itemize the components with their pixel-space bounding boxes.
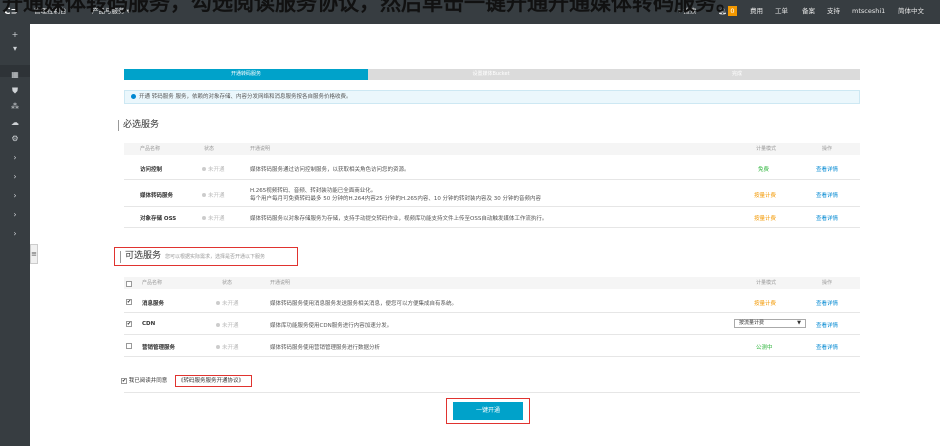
service-agreement-link[interactable]: 《转码服务服务开通协议》 (178, 377, 244, 385)
view-details-link[interactable]: 查看详情 (816, 321, 838, 329)
col-billing-mode: 计量模式 (756, 280, 777, 286)
view-details-link[interactable]: 查看详情 (816, 214, 838, 222)
service-name: CDN (142, 321, 156, 327)
chevron-right-icon[interactable]: › (10, 191, 20, 201)
network-icon[interactable]: ⁂ (10, 102, 20, 112)
left-sidebar: + ▾ ▦ ⛊ ⁂ ☁ ⚙ › › › › › (0, 24, 30, 446)
service-name: 消息服务 (142, 301, 165, 307)
language-switch[interactable]: 简体中文 (898, 0, 924, 22)
billing-mode-select-value: 按流量计费 (739, 320, 765, 326)
required-table-header: 产品名称 状态 开通说明 计量模式 操作 (124, 143, 860, 155)
sidebar-toggle-handle[interactable]: ≡ (30, 244, 38, 264)
table-row: 营销管理服务 未开通 媒体转码服务使用营销管理服务进行数据分析 公测中 查看详情 (124, 336, 860, 357)
agree-text: 我已阅读并同意 (128, 378, 168, 384)
settings-icon[interactable]: ⚙ (10, 134, 20, 144)
fee-link[interactable]: 费用 (750, 0, 763, 22)
info-text: 开通 转码服务 服务，依赖的对象存储、内容分发网络和消息服务按各自服务价格收费。 (139, 94, 352, 100)
select-all-checkbox[interactable] (126, 281, 132, 287)
billing-mode: 按量计费 (754, 193, 777, 199)
billing-mode: 按量计费 (754, 216, 777, 222)
service-description: 媒体转码服务使用消息服务发送服务相关消息，便您可以方便集成自有系统。 (270, 301, 458, 307)
table-row: 访问控制 未开通 媒体转码服务通过访问控制服务，以获取相关角色访问您的资源。 免… (124, 158, 860, 180)
table-row: 媒体转码服务 未开通 H.265视频转码、音频、转封装功能已全面商业化。 每个用… (124, 181, 860, 207)
progress-steps: 开通转码服务 设置媒体Bucket 完成 (124, 69, 860, 80)
col-billing-mode: 计量模式 (756, 146, 777, 152)
instruction-overlay-text: 开通媒体转码服务，勾选阅读服务协议，然后单击一键开通开通媒体转码服务。 (2, 0, 737, 15)
service-status: 未开通 (202, 165, 225, 173)
service-name: 媒体转码服务 (140, 193, 174, 199)
service-checkbox[interactable]: ✔ (126, 299, 132, 305)
billing-mode: 按量计费 (754, 301, 777, 307)
support-link[interactable]: 支持 (827, 0, 840, 22)
service-description: 媒体转码服务使用营销管理服务进行数据分析 (270, 345, 381, 351)
col-actions: 操作 (822, 146, 833, 152)
info-icon (131, 93, 136, 99)
view-details-link[interactable]: 查看详情 (816, 165, 838, 173)
collapse-icon[interactable]: ▾ (10, 44, 20, 54)
billing-mode-select[interactable]: 按流量计费 ▼ (734, 319, 806, 328)
service-status: 未开通 (202, 191, 225, 199)
col-description: 开通说明 (270, 280, 291, 286)
service-checkbox[interactable] (126, 343, 132, 349)
billing-mode: 免费 (758, 167, 770, 173)
chevron-right-icon[interactable]: › (10, 172, 20, 182)
chevron-right-icon[interactable]: › (10, 153, 20, 163)
user-account-link[interactable]: mtsceshi1 (852, 0, 885, 22)
service-description: 每个用户每月可免费转码最多 50 分钟的H.264内容25 分钟的H.265内容… (250, 196, 542, 202)
view-details-link[interactable]: 查看详情 (816, 343, 838, 351)
optional-subtitle: 您可以根据实际需求，选择是否开通以下服务 (165, 254, 266, 260)
table-row: ✔ CDN 未开通 媒体库功能服务使用CDN服务进行内容加速分发。 按流量计费 ▼… (124, 314, 860, 335)
service-status: 未开通 (216, 299, 239, 307)
view-details-link[interactable]: 查看详情 (816, 299, 838, 307)
required-services-title: 必选服务 (118, 120, 159, 131)
table-row: 对象存储 OSS 未开通 媒体转码服务以对象存储服务为存储，支持手动提交转码作业… (124, 208, 860, 228)
service-checkbox[interactable]: ✔ (126, 321, 132, 327)
service-description: 媒体转码服务通过访问控制服务，以获取相关角色访问您的资源。 (250, 167, 410, 173)
col-actions: 操作 (822, 280, 833, 286)
optional-services-title: 可选服务 您可以根据实际需求，选择是否开通以下服务 (120, 251, 265, 263)
service-status: 未开通 (202, 214, 225, 222)
service-description: 媒体转码服务以对象存储服务为存储，支持手动提交转码作业，视频库功能支持文件上传至… (250, 216, 548, 222)
col-product-name: 产品名称 (140, 146, 161, 152)
ticket-link[interactable]: 工单 (775, 0, 788, 22)
col-product-name: 产品名称 (142, 280, 163, 286)
chevron-down-icon: ▼ (797, 320, 801, 326)
service-name: 对象存储 OSS (140, 216, 177, 222)
agreement-line: ✔ 我已阅读并同意 (121, 377, 167, 385)
chevron-right-icon[interactable]: › (10, 229, 20, 239)
billing-mode: 公测中 (756, 345, 773, 351)
info-banner: 开通 转码服务 服务，依赖的对象存储、内容分发网络和消息服务按各自服务价格收费。 (124, 90, 860, 104)
cloud-icon[interactable]: ☁ (10, 118, 20, 128)
col-status: 状态 (204, 146, 215, 152)
service-status: 未开通 (216, 321, 239, 329)
plus-icon[interactable]: + (10, 30, 20, 40)
service-name: 营销管理服务 (142, 345, 176, 351)
chevron-right-icon[interactable]: › (10, 210, 20, 220)
overview-icon[interactable]: ▦ (10, 70, 20, 80)
service-status: 未开通 (216, 343, 239, 351)
optional-title-text: 可选服务 (125, 251, 162, 261)
service-name: 访问控制 (140, 167, 163, 173)
table-row: ✔ 消息服务 未开通 媒体转码服务使用消息服务发送服务相关消息，便您可以方便集成… (124, 292, 860, 313)
agree-checkbox[interactable]: ✔ (121, 378, 127, 384)
step-1: 开通转码服务 (124, 69, 368, 80)
divider (124, 392, 860, 393)
col-status: 状态 (222, 280, 233, 286)
service-description: 媒体库功能服务使用CDN服务进行内容加速分发。 (270, 323, 393, 329)
view-details-link[interactable]: 查看详情 (816, 191, 838, 199)
service-description: H.265视频转码、音频、转封装功能已全面商业化。 (250, 188, 377, 194)
step-2: 设置媒体Bucket (368, 69, 614, 80)
col-description: 开通说明 (250, 146, 271, 152)
step-3: 完成 (614, 69, 860, 80)
activate-button[interactable]: 一键开通 (453, 402, 523, 420)
optional-table-header: 产品名称 状态 开通说明 计量模式 操作 (124, 277, 860, 289)
record-link[interactable]: 备案 (802, 0, 815, 22)
shield-icon[interactable]: ⛊ (10, 86, 20, 96)
